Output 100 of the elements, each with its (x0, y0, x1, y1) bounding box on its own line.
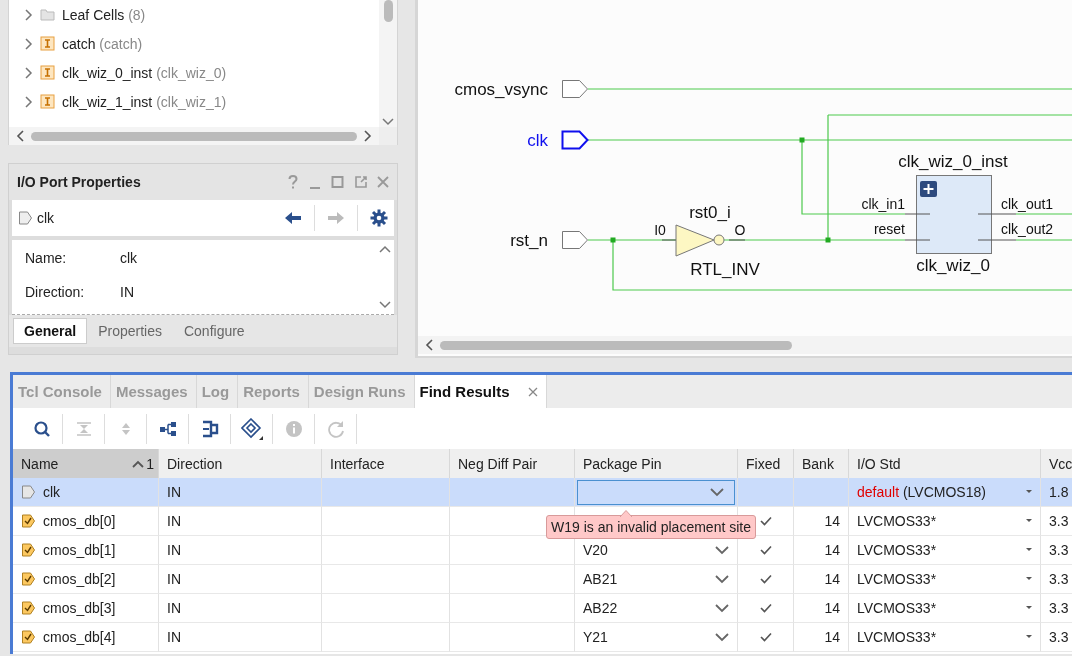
dropdown-caret-icon[interactable] (1026, 606, 1032, 610)
maximize-icon[interactable] (331, 174, 344, 190)
tree-item-detail: (catch) (99, 35, 143, 52)
cell-type: RTL_INV (690, 260, 760, 279)
tree-item-detail: (clk_wiz_0) (156, 64, 227, 81)
settings-icon[interactable] (370, 209, 388, 227)
tree-item-detail: (clk_wiz_1) (156, 93, 227, 110)
cell-name: clk_wiz_0_inst (898, 152, 1008, 171)
scroll-down-icon[interactable] (382, 115, 394, 127)
sort-ascending-icon[interactable] (132, 459, 145, 468)
table-cell: 3.3 (1049, 600, 1069, 616)
close-icon[interactable] (377, 174, 389, 190)
sort-order: 1 (146, 455, 154, 472)
chevron-down-icon[interactable] (715, 631, 729, 643)
help-icon[interactable] (287, 174, 299, 190)
table-cell: Y21 (583, 629, 608, 645)
table-cell: 14 (824, 513, 840, 529)
checkmark-icon (759, 545, 772, 555)
table-cell: 3.3 (1049, 542, 1069, 558)
dropdown-caret-icon[interactable] (1026, 519, 1032, 523)
pin-label: I0 (654, 222, 666, 238)
chevron-right-icon[interactable] (23, 36, 33, 51)
table-cell: LVCMOS33* (857, 571, 937, 587)
tab[interactable]: Configure (172, 318, 256, 344)
chevron-down-icon[interactable] (715, 573, 729, 585)
scroll-left-icon[interactable] (424, 338, 434, 352)
field-label: Direction: (25, 284, 86, 300)
table-cell: 3.3 (1049, 571, 1069, 587)
table-cell: LVCMOS33* (857, 513, 937, 529)
table-cell: AB22 (583, 600, 618, 616)
column-header[interactable]: Name (21, 455, 59, 472)
tab[interactable]: Properties (87, 318, 173, 344)
diamond-icon[interactable] (240, 417, 263, 440)
horizontal-scrollbar[interactable] (418, 336, 1072, 354)
tree-item[interactable]: clk_wiz_0_inst (clk_wiz_0) (9, 58, 379, 87)
float-icon[interactable] (354, 174, 367, 190)
chevron-right-icon[interactable] (23, 94, 33, 109)
scroll-thumb[interactable] (383, 0, 393, 22)
chevron-right-icon[interactable] (23, 65, 33, 80)
table-cell: IN (167, 513, 181, 529)
tree-item[interactable]: clk_wiz_1_inst (clk_wiz_1) (9, 87, 379, 116)
search-icon[interactable] (32, 419, 51, 438)
schematic-icon[interactable] (200, 419, 219, 438)
table-cell: IN (167, 571, 181, 587)
table-cell: 3.3 (1049, 513, 1069, 529)
tooltip-pointer (620, 510, 632, 517)
back-arrow-icon[interactable] (284, 211, 302, 225)
table-cell: IN (167, 600, 181, 616)
cell-name: rst0_i (689, 203, 731, 222)
pin-label: clk_out1 (1001, 196, 1054, 212)
table-cell: V20 (583, 542, 608, 558)
table-cell: IN (167, 484, 181, 500)
scroll-up-icon[interactable] (379, 244, 391, 254)
chevron-down-icon[interactable] (715, 544, 729, 556)
tree-item[interactable]: catch (catch) (9, 29, 379, 58)
instance-icon (40, 36, 55, 51)
table-cell: LVCMOS33* (857, 600, 937, 616)
vertical-scrollbar[interactable] (379, 0, 397, 127)
dropdown-caret-icon[interactable] (1026, 635, 1032, 639)
hierarchy-icon[interactable] (158, 419, 177, 438)
chevron-down-icon[interactable] (710, 486, 724, 498)
chevron-right-icon[interactable] (23, 7, 33, 22)
pin-label: clk_in1 (861, 196, 905, 212)
scroll-down-icon[interactable] (379, 300, 391, 310)
scroll-right-icon[interactable] (363, 129, 373, 143)
chevron-down-icon[interactable] (715, 602, 729, 614)
tree-item[interactable]: Leaf Cells (8) (9, 0, 379, 29)
checkmark-icon (759, 632, 772, 642)
dropdown-caret-icon[interactable] (1026, 548, 1032, 552)
horizontal-scrollbar[interactable] (9, 127, 379, 145)
instance-icon (40, 94, 55, 109)
scroll-left-icon[interactable] (15, 129, 25, 143)
column-header[interactable]: I/O Std (857, 455, 901, 472)
instance-icon (40, 65, 55, 80)
tree-item-label: Leaf Cells (62, 6, 125, 23)
pin-label: clk_out2 (1001, 221, 1054, 237)
table-cell: default (LVCMOS18) (857, 484, 986, 500)
folder-icon (40, 7, 55, 22)
scroll-thumb[interactable] (440, 340, 792, 350)
tree-item-label: clk_wiz_1_inst (62, 93, 153, 110)
tree-item-detail: (8) (128, 6, 146, 23)
port-icon (18, 210, 33, 226)
port-label: clk (527, 131, 548, 150)
tab[interactable]: General (13, 318, 88, 344)
close-icon[interactable] (527, 386, 538, 397)
field-value: IN (120, 284, 134, 300)
table-cell: 14 (824, 571, 840, 587)
tab[interactable]: Find Results (414, 375, 547, 408)
expand-button[interactable] (920, 181, 937, 197)
scroll-thumb[interactable] (31, 131, 357, 141)
table-cell: 14 (824, 600, 840, 616)
dropdown-caret-icon[interactable] (1026, 577, 1032, 581)
table-cell: 1.8 (1049, 484, 1069, 500)
field-value: clk (120, 250, 138, 266)
port-label: rst_n (510, 231, 548, 250)
dropdown-caret-icon[interactable] (1026, 490, 1032, 494)
checkmark-icon (759, 516, 772, 526)
table-cell: AB21 (583, 571, 618, 587)
pin-label: reset (873, 221, 905, 237)
checkmark-icon (759, 603, 772, 613)
